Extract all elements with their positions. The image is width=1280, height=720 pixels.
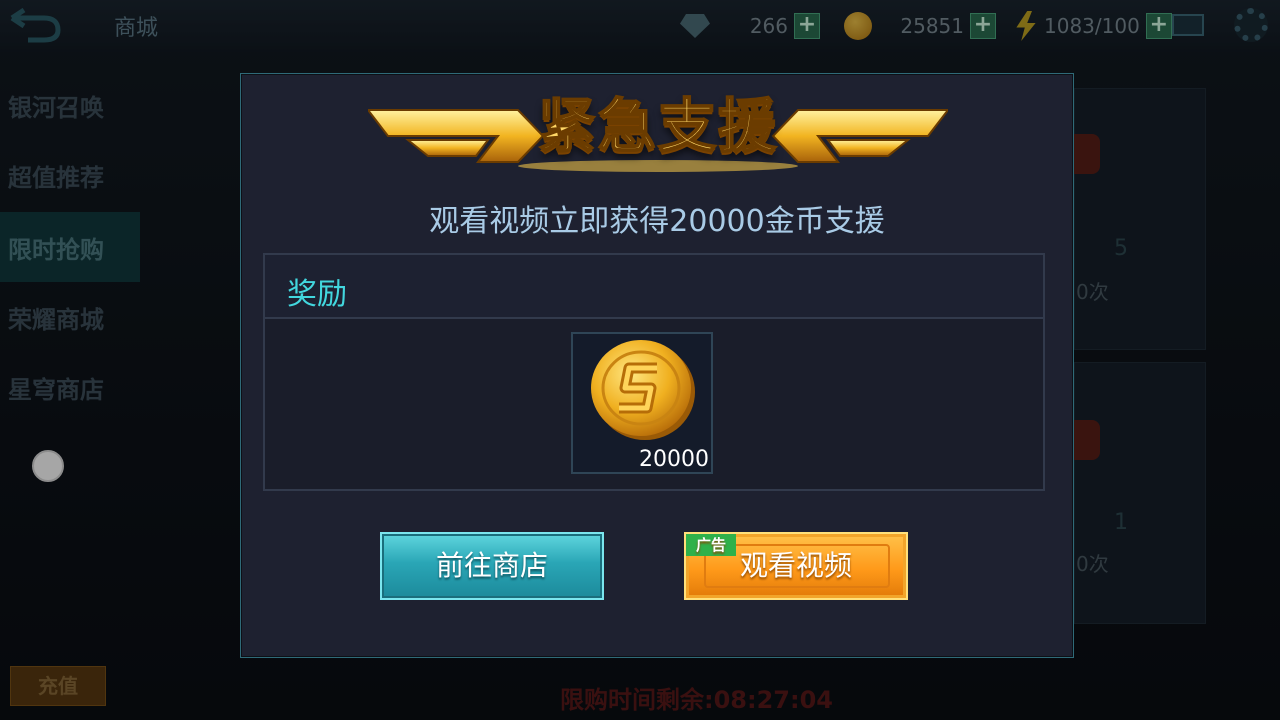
reward-header-label: 奖励 <box>287 277 347 312</box>
reward-item-slot[interactable]: 20000 <box>571 332 713 474</box>
dialog-subtitle: 观看视频立即获得20000金币支援 <box>429 204 885 239</box>
ad-badge: 广告 <box>686 534 736 556</box>
gold-coin-icon <box>591 340 695 440</box>
dialog-title: 紧急支援 <box>537 91 778 161</box>
reward-panel-header: 奖励 <box>265 255 1043 319</box>
go-to-store-button[interactable]: 前往商店 <box>380 532 604 600</box>
watch-video-button[interactable]: 观看视频 广告 <box>684 532 908 600</box>
reward-panel: 奖励 20000 <box>263 253 1045 491</box>
dialog-banner: 紧急支援 <box>368 78 948 178</box>
go-to-store-label: 前往商店 <box>435 549 548 582</box>
watch-video-label: 观看视频 <box>739 549 852 582</box>
reward-quantity: 20000 <box>639 447 709 472</box>
